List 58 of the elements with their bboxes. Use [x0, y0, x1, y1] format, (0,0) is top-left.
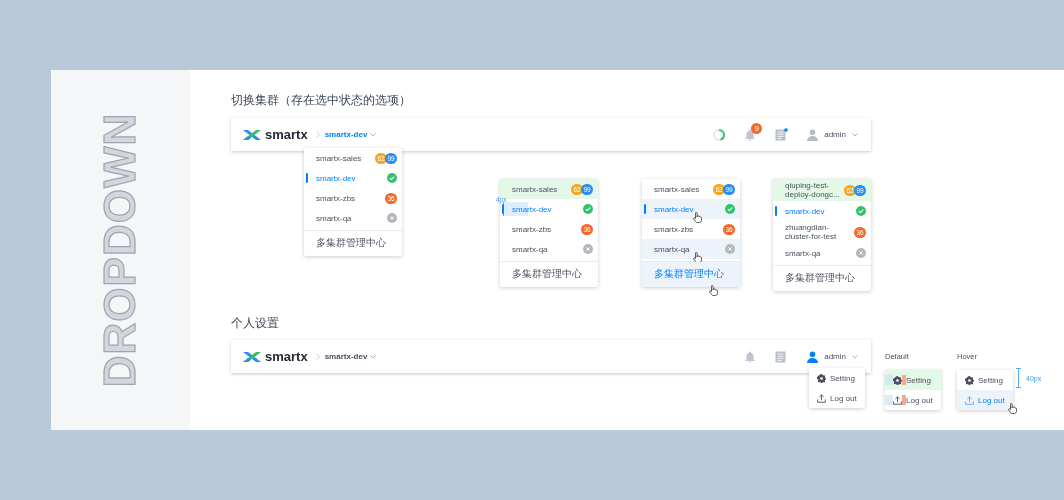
upload-icon [893, 395, 902, 405]
notification-badge: 9 [751, 122, 763, 134]
brand-name: smartx [265, 349, 308, 364]
caret-icon [852, 132, 858, 137]
check-icon [583, 204, 593, 214]
upload-icon [965, 395, 974, 405]
check-icon [387, 173, 397, 183]
check-icon [725, 204, 735, 214]
user-icon [807, 128, 819, 141]
check-icon [856, 206, 866, 216]
user-menu-trigger[interactable]: admin [807, 350, 858, 363]
menu-item[interactable]: smartx-dev [773, 201, 871, 221]
settings-icon [817, 373, 826, 383]
document-icon[interactable] [775, 350, 789, 363]
user-menu-trigger[interactable]: admin [807, 128, 858, 141]
hand-cursor-icon [709, 285, 718, 296]
menu-link[interactable]: 多集群管理中心 [773, 266, 871, 291]
menu-item[interactable]: Log out [809, 388, 865, 408]
caret-icon [852, 354, 858, 359]
offline-icon [725, 244, 735, 254]
offline-icon [856, 248, 866, 258]
caret-icon [370, 132, 377, 137]
brand-name: smartx [265, 127, 308, 142]
menu-link[interactable]: 多集群管理中心 [500, 262, 598, 287]
upload-icon [817, 393, 826, 403]
menu-item[interactable]: Log out [885, 390, 941, 410]
bell-icon[interactable] [744, 128, 757, 141]
menu-link[interactable]: 多集群管理中心 [304, 231, 402, 256]
settings-icon [893, 375, 902, 385]
menu-item[interactable]: Setting [809, 368, 865, 388]
logo-icon [242, 349, 262, 364]
cluster-switcher[interactable]: smartx-dev [324, 130, 377, 139]
menu-item[interactable]: smartx-qa [773, 243, 871, 263]
menu-item[interactable]: Setting [957, 370, 1013, 390]
settings-icon [965, 375, 974, 385]
breadcrumb-chevron-icon [315, 131, 320, 138]
menu-item[interactable]: smartx-dev [304, 168, 402, 188]
side-title: DROPDOWN [95, 112, 146, 388]
bell-icon[interactable] [744, 350, 757, 363]
section-title: 切换集群（存在选中状态的选项） [231, 93, 411, 107]
document-icon[interactable] [775, 128, 789, 141]
breadcrumb-chevron-icon [315, 353, 320, 360]
dimension-line [1016, 368, 1021, 388]
section-title: 个人设置 [231, 316, 279, 330]
hand-cursor-icon [693, 212, 702, 223]
offline-icon [387, 213, 397, 223]
menu-item[interactable]: smartx-qa [642, 239, 740, 259]
caret-icon [370, 354, 377, 359]
hand-cursor-icon [693, 252, 702, 263]
cluster-switcher[interactable]: smartx-dev [324, 352, 377, 361]
logo-icon [242, 127, 262, 142]
progress-ring-icon[interactable] [713, 128, 726, 141]
user-icon [807, 350, 819, 363]
menu-item[interactable]: smartx-qa [500, 239, 598, 259]
offline-icon [583, 244, 593, 254]
menu-item[interactable]: smartx-qa [304, 208, 402, 228]
menu-item[interactable]: Setting [885, 370, 941, 390]
hand-cursor-icon [1008, 403, 1017, 414]
